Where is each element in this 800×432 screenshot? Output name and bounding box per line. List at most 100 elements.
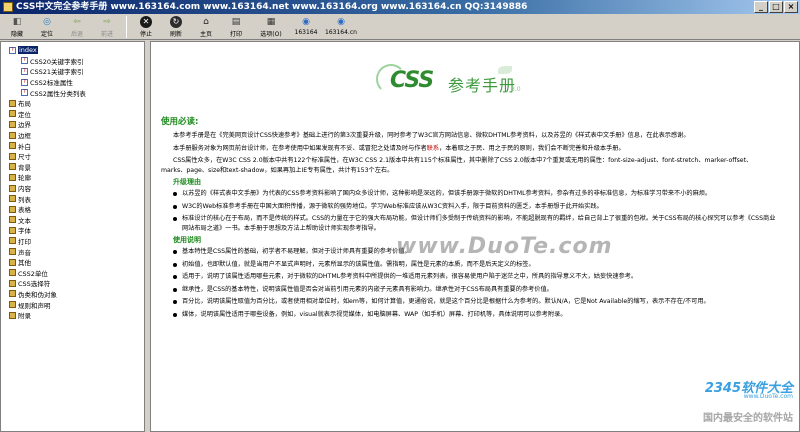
- back-button[interactable]: ⇦ 后退: [62, 14, 92, 40]
- book-icon: [9, 152, 16, 160]
- tree-item-label: CSS2属性分类列表: [30, 89, 86, 98]
- forward-button-label: 前进: [100, 31, 113, 38]
- paragraph-text: 本手册服务对象为网页前台设计师，在参考使用中如果发现有不妥、或冒犯之处请及时与作…: [173, 144, 427, 152]
- book-icon: [9, 216, 16, 224]
- tree-item-label: 补白: [18, 142, 31, 151]
- bullet-icon: [173, 287, 177, 292]
- tree-item-label: 伪类和伪对象: [18, 290, 57, 299]
- globe-icon: ◉: [337, 17, 345, 27]
- book-icon: [9, 248, 16, 256]
- tree-item[interactable]: 表格: [1, 204, 144, 215]
- tree-item[interactable]: 轮廓: [1, 172, 144, 183]
- tree-item[interactable]: 文本: [1, 215, 144, 226]
- tree-item[interactable]: 补白: [1, 140, 144, 151]
- back-button-label: 后退: [70, 31, 83, 38]
- site-163164cn-button[interactable]: ◉ 163164.cn: [321, 14, 361, 40]
- paragraph: 本手册服务对象为网页前台设计师，在参考使用中如果发现有不妥、或冒犯之处请及时与作…: [161, 144, 776, 153]
- home-button[interactable]: ⌂ 主页: [191, 14, 221, 40]
- tree-item-label: 内容: [18, 185, 31, 194]
- list-item-text: 初始值，也即默认值，就是当用户不显式声明时，元素所显示的该属性值。需指明，属性是…: [182, 260, 535, 268]
- watermark-badge: 2345软件大全 www.DuoTe.com 国内最安全的软件站: [683, 377, 793, 425]
- tree-item-label: 规则和声明: [18, 301, 51, 310]
- logo-leaf: [498, 66, 512, 74]
- page-icon: ?: [21, 78, 28, 86]
- home-button-label: 主页: [199, 31, 212, 38]
- tree-item-label: 字体: [18, 227, 31, 236]
- list-item: 以苏昱的《样式表中文手册》为代表的CSS参考资料影响了国内众多设计师，这种影响是…: [173, 189, 776, 198]
- tree-item[interactable]: ? index: [1, 45, 144, 56]
- site-163164-button[interactable]: ◉ 163164: [291, 14, 321, 40]
- book-icon: [9, 131, 16, 139]
- hide-button-label: 隐藏: [10, 31, 23, 38]
- tree-item[interactable]: 背景: [1, 162, 144, 173]
- book-icon: [9, 258, 16, 266]
- refresh-button-label: 刷新: [169, 31, 182, 38]
- refresh-button[interactable]: ↻ 刷新: [161, 14, 191, 40]
- tree-item[interactable]: 列表: [1, 193, 144, 204]
- bullet-icon: [173, 300, 177, 305]
- paragraph-text: ，本着取之于民、用之于民的原则，我们会不断完善和升级本手册。: [439, 144, 625, 152]
- site-163164-label: 163164: [294, 29, 318, 36]
- tree-item[interactable]: 边框: [1, 130, 144, 141]
- tree-item[interactable]: 尺寸: [1, 151, 144, 162]
- tree-item[interactable]: ? CSS2属性分类列表: [1, 87, 144, 98]
- book-icon: [9, 237, 16, 245]
- tree-item[interactable]: CSS2单位: [1, 267, 144, 278]
- print-button-label: 打印: [229, 31, 242, 38]
- tree-item-label: 附录: [18, 312, 31, 321]
- tree-item[interactable]: 边界: [1, 119, 144, 130]
- stop-button[interactable]: ✕ 停止: [131, 14, 161, 40]
- section-heading: 使用必读:: [161, 117, 199, 127]
- tree-item[interactable]: ? CSS20关键字索引: [1, 56, 144, 67]
- book-icon: [9, 163, 16, 171]
- tree-item[interactable]: 其他: [1, 257, 144, 268]
- options-button[interactable]: ▦ 选项(O): [251, 14, 291, 40]
- tree-item-label: 声音: [18, 248, 31, 257]
- page-icon: ?: [21, 89, 28, 97]
- contact-link[interactable]: 联系: [427, 145, 439, 152]
- home-icon: ⌂: [203, 17, 209, 27]
- tree-item[interactable]: 声音: [1, 246, 144, 257]
- maximize-button[interactable]: □: [769, 1, 783, 13]
- book-icon: [9, 269, 16, 277]
- tree-item-label: 文本: [18, 216, 31, 225]
- locate-button[interactable]: ◎ 定位: [32, 14, 62, 40]
- tree-item[interactable]: 附录: [1, 310, 144, 321]
- tree-item[interactable]: 打印: [1, 236, 144, 247]
- book-icon: [9, 99, 16, 107]
- tree-item[interactable]: 定位: [1, 109, 144, 120]
- forward-button[interactable]: ⇨ 前进: [92, 14, 122, 40]
- tree-item-label: CSS选择符: [18, 280, 51, 289]
- list-item-text: 媒体，说明该属性适用于哪些设备，例如，visual就表示视觉媒体，如电脑屏幕、W…: [182, 310, 567, 318]
- book-icon: [9, 120, 16, 128]
- list-item: W3C的Web标准参考手册在中国大面积传播，源于微软的强势地位。学习Web标准应…: [173, 202, 776, 211]
- bullet-icon: [173, 250, 177, 255]
- tree-item[interactable]: CSS选择符: [1, 278, 144, 289]
- tree-item-label: 尺寸: [18, 153, 31, 162]
- list-item-text: 继承性，是CSS的基本特性，说明该属性值是否会对当前引用元素的内嵌子元素具有影响…: [182, 285, 553, 293]
- book-icon: [9, 226, 16, 234]
- tree-item[interactable]: ? CSS2标准属性: [1, 77, 144, 88]
- tree-item[interactable]: 布局: [1, 98, 144, 109]
- title-bar[interactable]: CSS中文完全参考手册 www.163164.com www.163164.ne…: [0, 0, 800, 14]
- hide-button[interactable]: ◧ 隐藏: [2, 14, 32, 40]
- site-163164cn-label: 163164.cn: [325, 29, 357, 36]
- tree-item[interactable]: 内容: [1, 183, 144, 194]
- print-button[interactable]: ▤ 打印: [221, 14, 251, 40]
- tree-item[interactable]: 伪类和伪对象: [1, 289, 144, 300]
- css-manual-logo: CSS 参考手册 3.0: [376, 64, 546, 114]
- tree-item[interactable]: 规则和声明: [1, 299, 144, 310]
- app-window: CSS中文完全参考手册 www.163164.com www.163164.ne…: [0, 0, 800, 432]
- watermark-center: www.DuoTe.com: [396, 234, 613, 259]
- globe-icon: ◉: [302, 17, 310, 27]
- list-item: 标准设计的核心在于布局，而不是传统的样式。CSS的力量在于它的强大布局功能，但设…: [173, 214, 776, 233]
- tree-item[interactable]: ? CSS21关键字索引: [1, 66, 144, 77]
- tree-item-label: CSS20关键字索引: [30, 57, 84, 66]
- contents-tree[interactable]: ? index? CSS20关键字索引? CSS21关键字索引? CSS2标准属性? CS…: [0, 41, 145, 432]
- tree-item-label: 边框: [18, 132, 31, 141]
- tree-item[interactable]: 字体: [1, 225, 144, 236]
- bullet-icon: [173, 262, 177, 267]
- book-icon: [9, 301, 16, 309]
- close-button[interactable]: ×: [784, 1, 798, 13]
- minimize-button[interactable]: _: [754, 1, 768, 13]
